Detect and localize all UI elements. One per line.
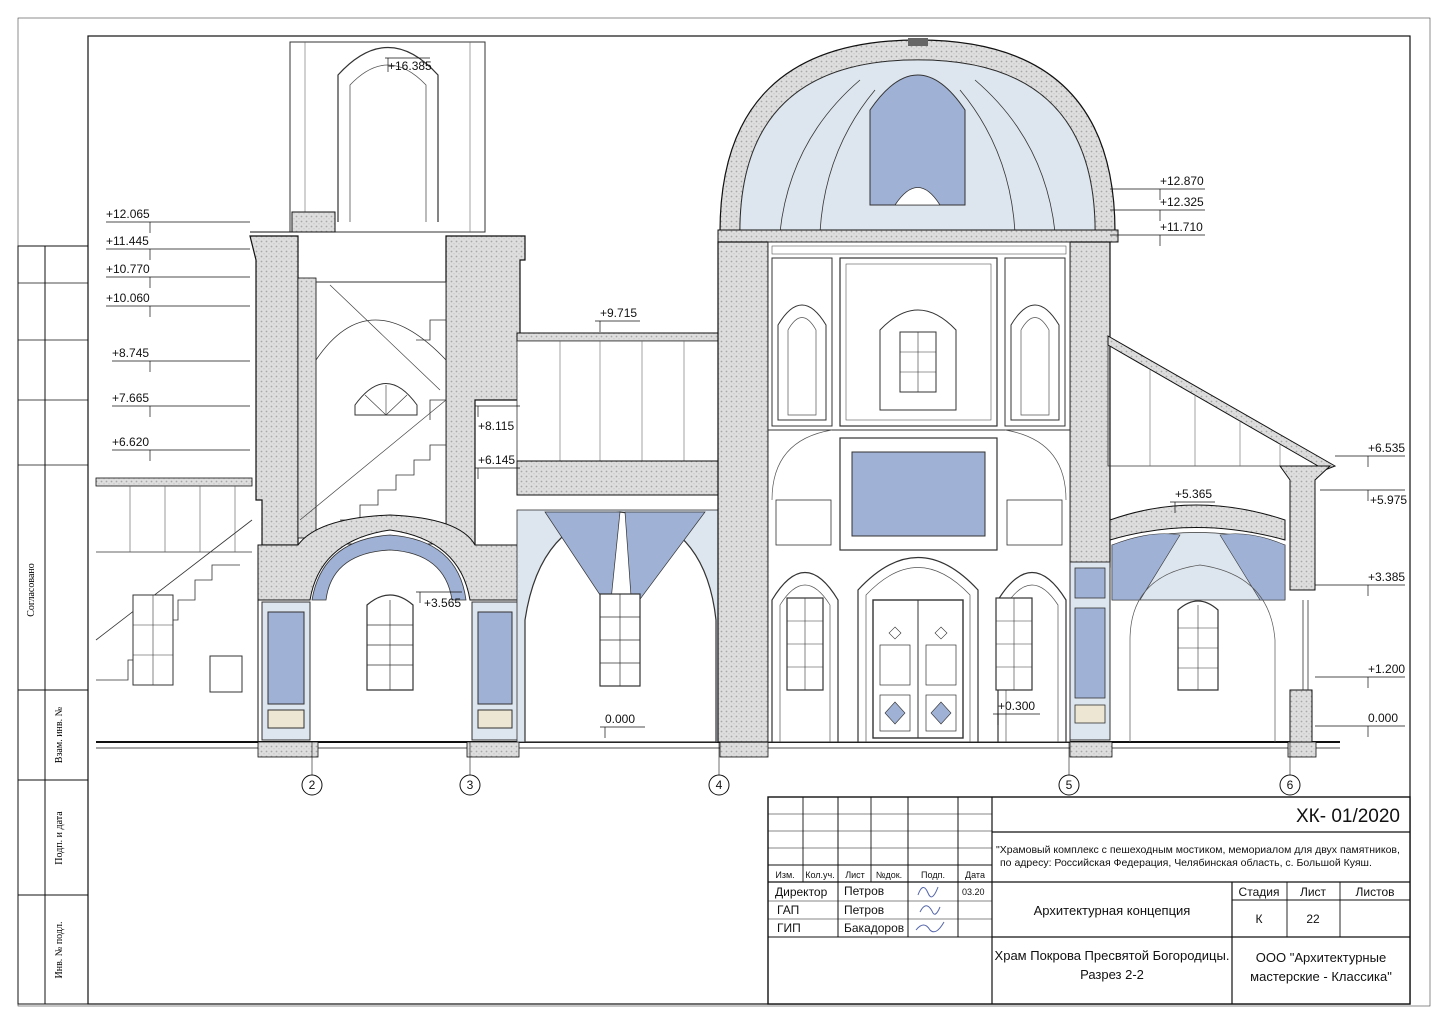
name-chief-engineer: Бакадоров	[844, 921, 904, 935]
elevation-label: +10.770	[106, 262, 150, 276]
elevation-label: +12.325	[1160, 195, 1204, 209]
header-count: Кол.уч.	[805, 870, 835, 880]
elevation-label: +12.870	[1160, 174, 1204, 188]
elevation-mark: +7.665	[112, 391, 250, 417]
sheet-title-line1: Храм Покрова Пресвятой Богородицы.	[995, 948, 1230, 963]
elevation-label: +3.385	[1368, 570, 1405, 584]
svg-text:6: 6	[1287, 778, 1294, 792]
elevation-mark-stair-upper: +8.115	[475, 405, 520, 433]
axis-markers: 2 3 4 5 6	[301, 742, 1301, 796]
elevation-markers-right: +12.870 +12.325 +11.710 +6.535 +5.975 +3…	[1110, 174, 1407, 737]
elevation-mark: +6.620	[112, 435, 250, 461]
svg-text:+8.115: +8.115	[478, 419, 514, 433]
elevation-markers-left: +12.065 +11.445 +10.770 +10.060 +8.745 +…	[106, 207, 250, 461]
stage-name: Архитектурная концепция	[1034, 903, 1191, 918]
header-revision: Изм.	[775, 870, 794, 880]
stamp-agreed-label: Согласовано	[26, 563, 37, 617]
elevation-mark: 0.000	[1315, 711, 1405, 737]
svg-text:+6.145: +6.145	[478, 453, 515, 467]
header-doc-number: №док.	[876, 870, 902, 880]
svg-text:3: 3	[467, 778, 474, 792]
elevation-label: +11.710	[1160, 220, 1203, 234]
stage-header: Стадия	[1239, 885, 1280, 899]
elevation-mark: +10.770	[106, 262, 250, 288]
sheets-total-header: Листов	[1356, 885, 1395, 899]
elevation-label: +6.535	[1368, 441, 1405, 455]
name-chief-architect: Петров	[844, 903, 884, 917]
svg-text:0.000: 0.000	[605, 712, 635, 726]
elevation-label: +12.065	[106, 207, 150, 221]
elevation-mark: +12.325	[1110, 195, 1205, 221]
elevation-mark: +12.065	[106, 207, 250, 233]
svg-text:+9.715: +9.715	[600, 306, 637, 320]
stamp-replace-label: Взам. инв. №	[54, 707, 65, 763]
organization-line1: ООО "Архитектурные	[1256, 950, 1386, 965]
svg-text:4: 4	[716, 778, 723, 792]
svg-text:+3.565: +3.565	[424, 596, 461, 610]
role-director: Директор	[775, 885, 828, 899]
elevation-mark-roof: +9.715	[595, 306, 640, 332]
elevation-label: +10.060	[106, 291, 150, 305]
header-date: Дата	[965, 870, 985, 880]
elevation-mark: +1.200	[1315, 662, 1405, 688]
elevation-mark: +3.385	[1315, 570, 1405, 596]
elevation-mark: +11.445	[106, 234, 250, 260]
date-director: 03.20	[962, 887, 985, 897]
left-annex	[95, 477, 253, 693]
title-block: ХК- 01/2020 "Храмовый комплекс с пешеход…	[767, 796, 1411, 1005]
elevation-label: +8.745	[112, 346, 149, 360]
name-director: Петров	[844, 884, 884, 898]
elevation-mark: +6.535	[1335, 441, 1405, 467]
svg-text:2: 2	[309, 778, 316, 792]
organization-line2: мастерские - Классика"	[1250, 969, 1392, 984]
sheet-title-line2: Разрез 2-2	[1080, 967, 1144, 982]
elevation-mark-top: +16.385	[385, 57, 432, 73]
architectural-section-drawing: Согласовано Взам. инв. № Подп. и дата Ин…	[17, 17, 1431, 1007]
svg-text:+0.300: +0.300	[998, 699, 1035, 713]
elevation-label: +5.975	[1370, 493, 1407, 507]
elevation-mark: +5.975	[1320, 489, 1407, 507]
header-signature: Подп.	[921, 870, 945, 880]
elevation-mark-stair-lower: +6.145	[475, 453, 520, 479]
svg-text:5: 5	[1066, 778, 1073, 792]
elevation-mark: +11.710	[1110, 220, 1205, 246]
elevation-mark: +10.060	[106, 291, 250, 317]
elevation-label: 0.000	[1368, 711, 1398, 725]
sheet-header: Лист	[1300, 885, 1327, 899]
side-stamp: Согласовано Взам. инв. № Подп. и дата Ин…	[17, 245, 89, 1005]
bell-tower	[249, 41, 526, 742]
stamp-inventory-label: Инв. № подл.	[54, 922, 65, 979]
role-chief-architect: ГАП	[777, 903, 799, 917]
stamp-sign-date-label: Подп. и дата	[54, 811, 65, 865]
elevation-label: +1.200	[1368, 662, 1405, 676]
svg-text:+16.385: +16.385	[388, 59, 432, 73]
document-code: ХК- 01/2020	[1296, 806, 1400, 827]
svg-text:+5.365: +5.365	[1175, 487, 1212, 501]
elevation-label: +6.620	[112, 435, 149, 449]
header-sheet: Лист	[845, 870, 865, 880]
central-nave	[717, 38, 1119, 743]
sheet-value: 22	[1306, 912, 1320, 926]
elevation-mark: +8.745	[112, 346, 250, 372]
project-description-line2: по адресу: Российская Федерация, Челябин…	[1000, 857, 1372, 869]
elevation-label: +7.665	[112, 391, 149, 405]
role-chief-engineer: ГИП	[777, 921, 801, 935]
elevation-label: +11.445	[106, 234, 149, 248]
stage-value: К	[1256, 912, 1263, 926]
project-description-line1: "Храмовый комплекс с пешеходным мостиком…	[996, 844, 1400, 856]
